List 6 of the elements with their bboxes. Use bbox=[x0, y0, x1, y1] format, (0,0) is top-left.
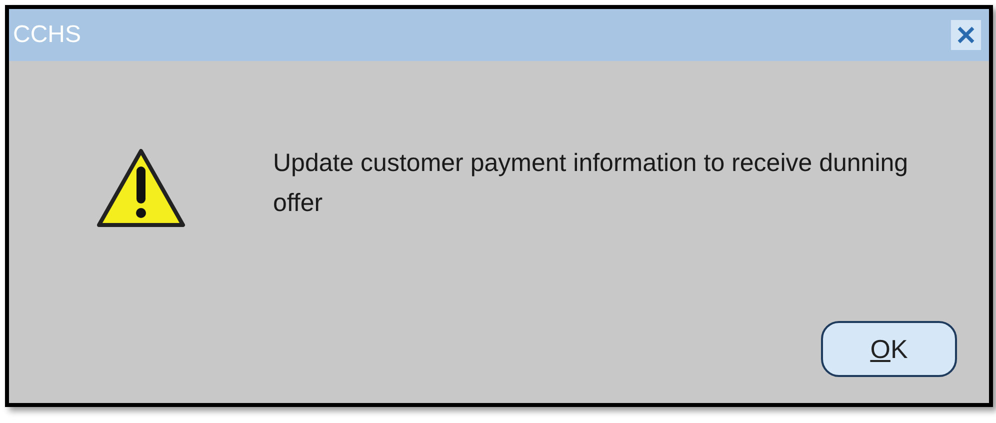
window-title: CCHS bbox=[13, 20, 82, 50]
message-text: Update customer payment information to receive dunning offer bbox=[273, 148, 910, 219]
ok-button[interactable]: OK bbox=[821, 321, 957, 377]
warning-icon bbox=[95, 147, 187, 229]
close-icon bbox=[957, 26, 975, 44]
close-button[interactable] bbox=[951, 20, 981, 50]
